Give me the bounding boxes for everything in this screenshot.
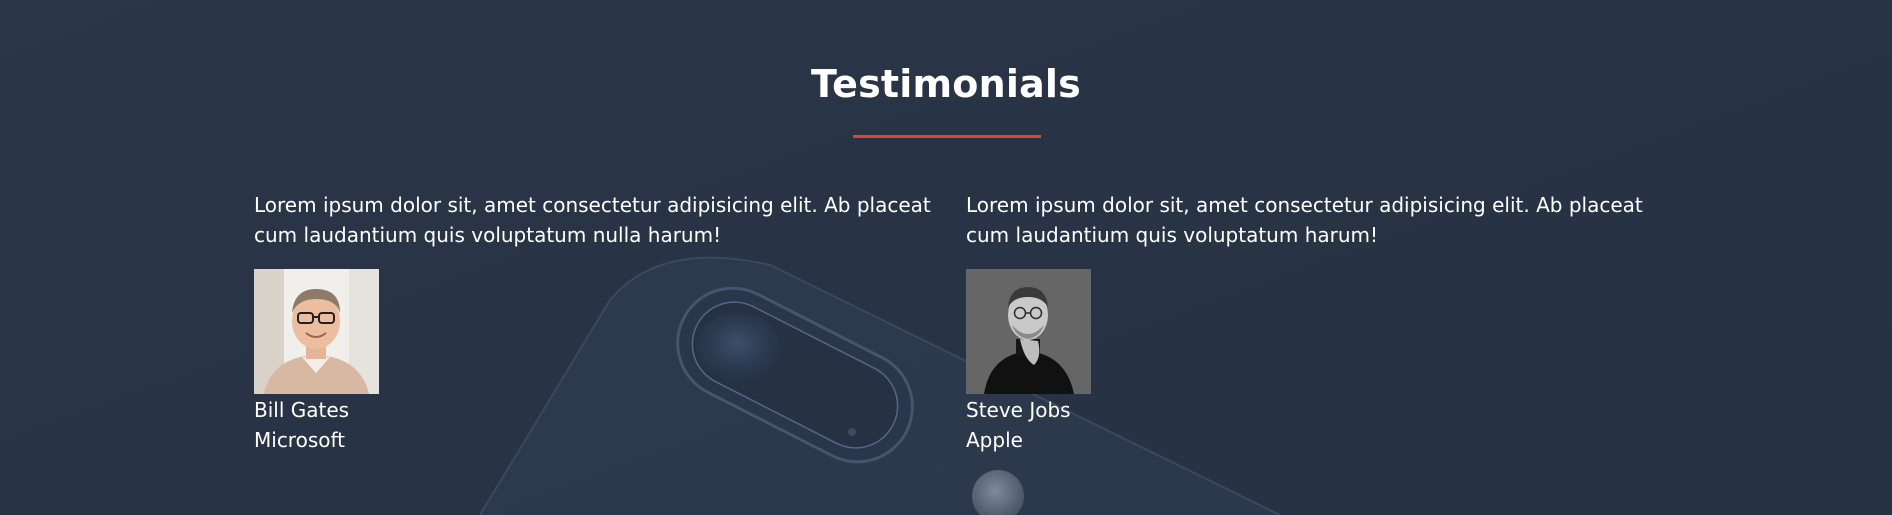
avatar	[254, 269, 379, 394]
testimonial-company: Apple	[966, 428, 1023, 452]
avatar	[966, 269, 1091, 394]
testimonial-company: Microsoft	[254, 428, 346, 452]
person-photo-icon	[254, 269, 379, 394]
testimonial-name: Bill Gates	[254, 398, 350, 422]
testimonial-card: Lorem ipsum dolor sit, amet consectetur …	[966, 190, 1646, 452]
person-photo-bw-icon	[966, 269, 1091, 394]
section-title: Testimonials	[811, 62, 1081, 106]
testimonials-section: Testimonials Lorem ipsum dolor sit, amet…	[0, 0, 1892, 515]
testimonial-quote: Lorem ipsum dolor sit, amet consectetur …	[254, 193, 931, 247]
testimonial-quote: Lorem ipsum dolor sit, amet consectetur …	[966, 193, 1643, 247]
title-underline	[853, 135, 1041, 138]
testimonial-name: Steve Jobs	[966, 398, 1071, 422]
testimonial-card: Lorem ipsum dolor sit, amet consectetur …	[254, 190, 934, 452]
